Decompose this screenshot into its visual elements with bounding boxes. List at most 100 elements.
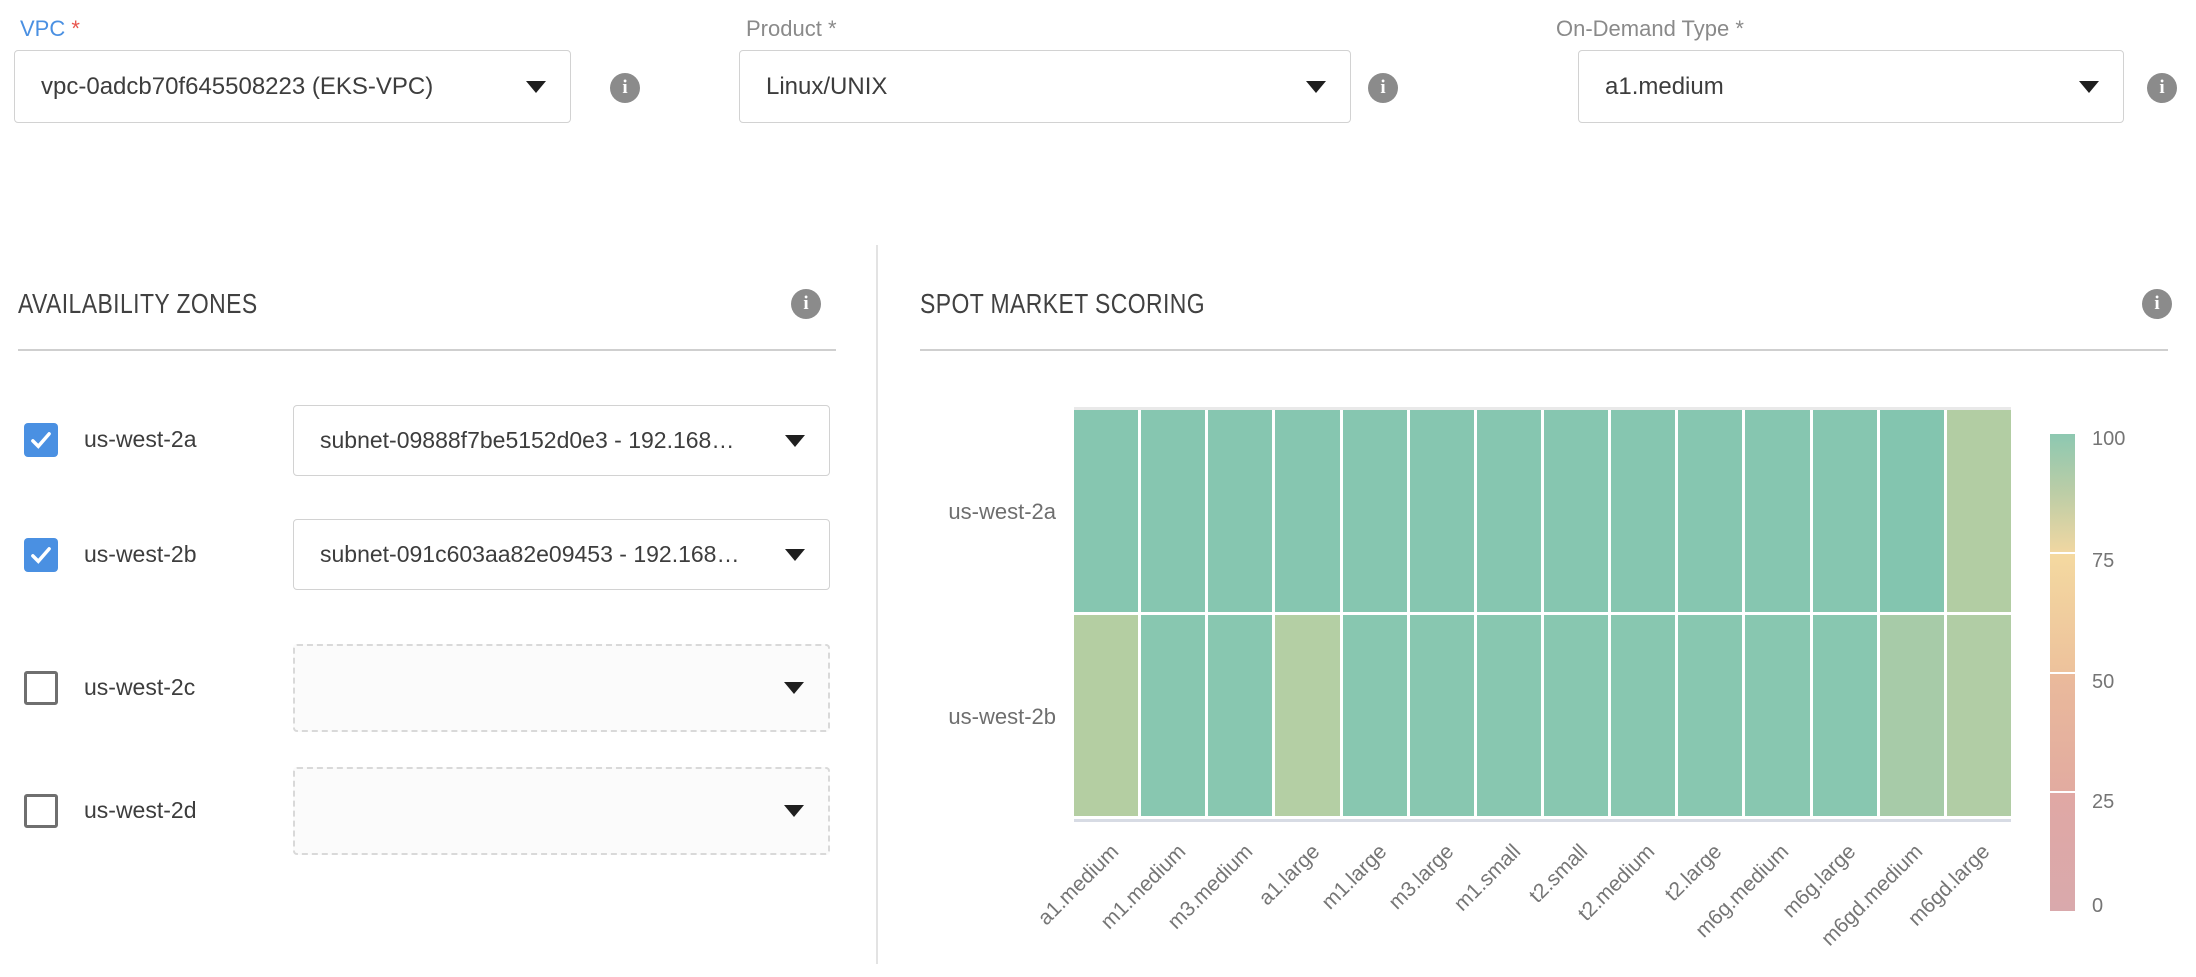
on-demand-type-label-text: On-Demand Type [1556, 16, 1729, 41]
chevron-down-icon [2079, 81, 2099, 93]
az-subnet-value: subnet-091c603aa82e09453 - 192.168… [294, 541, 785, 568]
heatmap-cell [1745, 615, 1809, 816]
heatmap-cell [1813, 410, 1877, 612]
heatmap-cell [1947, 615, 2011, 816]
heatmap-cell [1074, 410, 1138, 612]
heatmap-bottom-border [1074, 819, 2011, 822]
spot-market-scoring-divider [920, 349, 2168, 351]
az-zone-label: us-west-2d [84, 797, 196, 824]
heatmap-cell [1410, 410, 1474, 612]
check-icon [28, 427, 54, 453]
az-subnet-value: subnet-09888f7be5152d0e3 - 192.168… [294, 427, 785, 454]
az-checkbox-us-west-2c[interactable] [24, 671, 58, 705]
heatmap-cell [1343, 615, 1407, 816]
az-subnet-select-us-west-2d[interactable] [293, 767, 830, 855]
colorbar-segment [2050, 674, 2075, 792]
heatmap-col-label: m6g.large [1723, 840, 1860, 977]
heatmap-cell [1275, 410, 1339, 612]
heatmap-cell [1208, 410, 1272, 612]
heatmap-cell [1410, 615, 1474, 816]
az-checkbox-us-west-2d[interactable] [24, 794, 58, 828]
on-demand-type-select[interactable]: a1.medium [1578, 50, 2124, 123]
az-zone-label: us-west-2a [84, 426, 196, 453]
heatmap-cell [1880, 410, 1944, 612]
vpc-select[interactable]: vpc-0adcb70f645508223 (EKS-VPC) [14, 50, 571, 123]
heatmap-cell [1343, 410, 1407, 612]
heatmap-colorbar [2050, 434, 2075, 911]
vpc-label: VPC * [20, 16, 80, 42]
heatmap-cell [1141, 615, 1205, 816]
heatmap-cell [1477, 410, 1541, 612]
product-required-asterisk: * [828, 16, 837, 41]
heatmap-col-label: m6gd.large [1857, 840, 1994, 977]
colorbar-tick-label: 50 [2092, 671, 2114, 694]
chevron-down-icon [785, 549, 805, 561]
heatmap-col-label: t2.medium [1523, 840, 1660, 977]
heatmap-cell [1208, 615, 1272, 816]
heatmap-cell [1880, 615, 1944, 816]
colorbar-tick-label: 75 [2092, 550, 2114, 573]
az-subnet-select-us-west-2c[interactable] [293, 644, 830, 732]
heatmap-cell [1275, 615, 1339, 816]
az-subnet-select-us-west-2b[interactable]: subnet-091c603aa82e09453 - 192.168… [293, 519, 830, 590]
heatmap-cell [1611, 410, 1675, 612]
az-zone-label: us-west-2b [84, 541, 196, 568]
availability-zones-divider [18, 349, 836, 351]
heatmap-cell [1947, 410, 2011, 612]
heatmap-cell [1678, 615, 1742, 816]
product-select[interactable]: Linux/UNIX [739, 50, 1351, 123]
colorbar-segment [2050, 434, 2075, 552]
heatmap-cell [1074, 615, 1138, 816]
heatmap-col-label: a1.large [1188, 840, 1325, 977]
heatmap-cell [1544, 410, 1608, 612]
az-checkbox-us-west-2a[interactable] [24, 423, 58, 457]
product-label-text: Product [746, 16, 822, 41]
section-vertical-divider [876, 245, 878, 964]
heatmap-col-label: m1.medium [1054, 840, 1191, 977]
heatmap-cell [1678, 410, 1742, 612]
chevron-down-icon [1306, 81, 1326, 93]
heatmap-cell [1611, 615, 1675, 816]
heatmap-col-label: a1.medium [987, 840, 1124, 977]
colorbar-segment [2050, 793, 2075, 911]
heatmap-col-label: m1.large [1255, 840, 1392, 977]
heatmap-cell [1813, 615, 1877, 816]
heatmap-col-label: m6g.medium [1657, 840, 1794, 977]
availability-zones-title: AVAILABILITY ZONES [18, 288, 310, 320]
product-label: Product * [746, 16, 837, 42]
heatmap-col-label: t2.small [1456, 840, 1593, 977]
chevron-down-icon [784, 805, 804, 817]
on-demand-type-info-icon[interactable]: i [2147, 73, 2177, 103]
heatmap-grid [1074, 410, 2011, 816]
heatmap-col-label: m3.large [1322, 840, 1459, 977]
vpc-info-icon[interactable]: i [610, 73, 640, 103]
az-checkbox-us-west-2b[interactable] [24, 538, 58, 572]
vpc-select-value: vpc-0adcb70f645508223 (EKS-VPC) [15, 73, 526, 101]
vpc-label-text: VPC [20, 16, 65, 41]
product-select-value: Linux/UNIX [740, 73, 1306, 101]
check-icon [28, 542, 54, 568]
heatmap-cell [1141, 410, 1205, 612]
az-subnet-select-us-west-2a[interactable]: subnet-09888f7be5152d0e3 - 192.168… [293, 405, 830, 476]
heatmap-cell [1544, 615, 1608, 816]
colorbar-tick-label: 25 [2092, 791, 2114, 814]
colorbar-segment [2050, 554, 2075, 672]
heatmap-col-label: t2.large [1590, 840, 1727, 977]
heatmap-cell [1745, 410, 1809, 612]
spot-market-scoring-info-icon[interactable]: i [2142, 289, 2172, 319]
chevron-down-icon [784, 682, 804, 694]
heatmap-cell [1477, 615, 1541, 816]
on-demand-type-label: On-Demand Type * [1556, 16, 1744, 42]
availability-zones-info-icon[interactable]: i [791, 289, 821, 319]
on-demand-type-select-value: a1.medium [1579, 73, 2079, 101]
colorbar-tick-label: 100 [2092, 428, 2125, 451]
heatmap-row-label: us-west-2b [886, 704, 1056, 730]
chevron-down-icon [526, 81, 546, 93]
az-zone-label: us-west-2c [84, 674, 195, 701]
heatmap-col-label: m6gd.medium [1790, 840, 1927, 977]
on-demand-type-required-asterisk: * [1735, 16, 1744, 41]
chevron-down-icon [785, 435, 805, 447]
vpc-required-asterisk: * [71, 16, 80, 41]
product-info-icon[interactable]: i [1368, 73, 1398, 103]
colorbar-tick-label: 0 [2092, 895, 2103, 918]
